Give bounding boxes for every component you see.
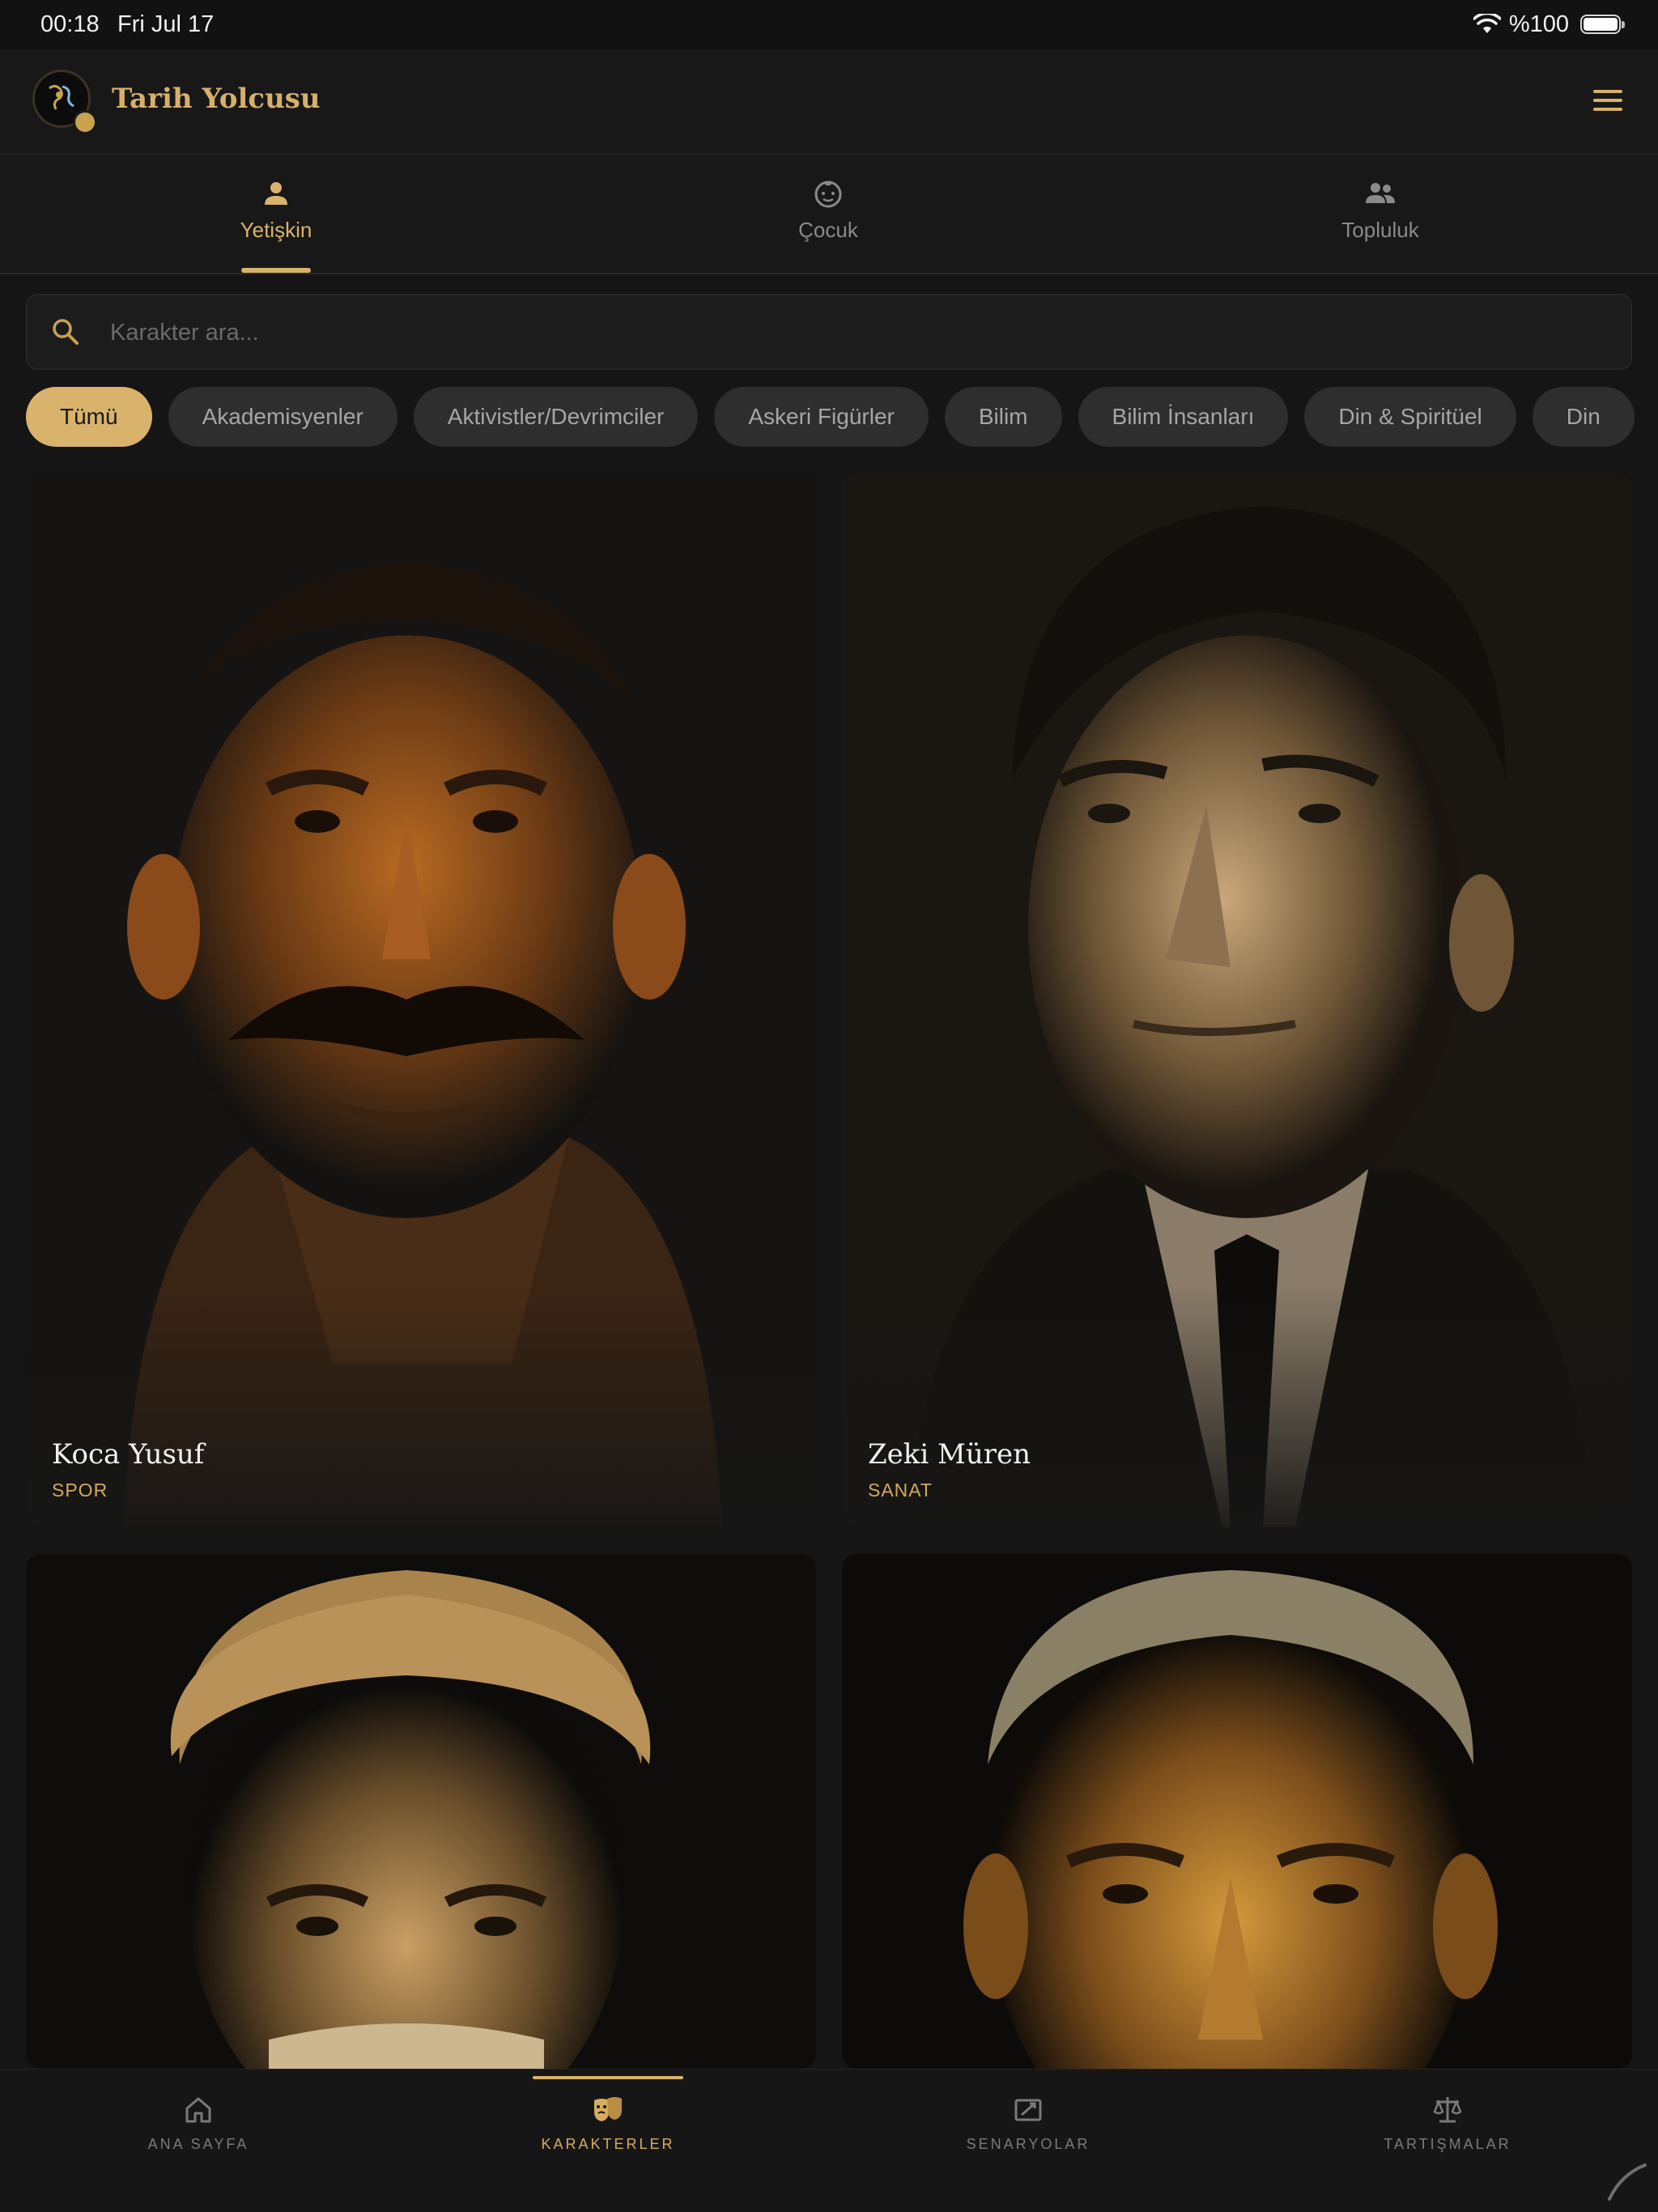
tab-topluluk[interactable]: Topluluk (1104, 155, 1656, 273)
filter-chip-aktivistler[interactable]: Aktivistler/Devrimciler (413, 387, 699, 447)
card-overlay (842, 1284, 1632, 1527)
app-title: Tarih Yolcusu (112, 83, 321, 115)
app-header: Tarih Yolcusu (0, 50, 1658, 155)
status-date: Fri Jul 17 (117, 11, 215, 37)
filter-chip-akademisyenler[interactable]: Akademisyenler (168, 387, 397, 447)
active-tab-indicator (241, 268, 311, 273)
filter-chip-bilim-insanlari[interactable]: Bilim İnsanları (1078, 387, 1289, 447)
logo-badge-icon (73, 110, 97, 134)
bottom-navigation: ANA SAYFA KARAKTERLER SENARYOLAR TARTIŞM… (0, 2069, 1658, 2212)
nav-label: SENARYOLAR (966, 2136, 1090, 2152)
character-card[interactable] (842, 1554, 1632, 2069)
person-icon (265, 182, 287, 205)
filter-chip-tumu[interactable]: Tümü (26, 387, 152, 447)
nav-tartismalar[interactable]: TARTIŞMALAR (1326, 2070, 1569, 2167)
hamburger-menu-icon[interactable] (1590, 83, 1626, 118)
battery-icon (1580, 15, 1625, 34)
tab-yetiskin[interactable]: Yetişkin (0, 155, 552, 273)
tab-cocuk[interactable]: Çocuk (552, 155, 1104, 273)
child-face-icon (814, 180, 842, 208)
tab-label: Topluluk (1341, 218, 1419, 242)
theater-masks-icon (594, 2097, 622, 2121)
filter-chip-askeri[interactable]: Askeri Figürler (714, 387, 929, 447)
portrait-image (842, 1554, 1632, 2069)
character-name: Koca Yusuf (52, 1438, 205, 1471)
scales-icon (1433, 2097, 1462, 2123)
nav-karakterler[interactable]: KARAKTERLER (487, 2070, 729, 2167)
script-icon (1014, 2099, 1042, 2121)
character-card[interactable] (26, 1554, 816, 2069)
search-input[interactable] (108, 295, 1601, 370)
wifi-icon (1473, 14, 1501, 33)
character-card[interactable]: Zeki Müren SANAT (842, 473, 1632, 1527)
status-right-group: %100 (1473, 10, 1625, 39)
nav-label: ANA SAYFA (147, 2136, 249, 2152)
battery-percent: %100 (1508, 11, 1569, 37)
nav-label: KARAKTERLER (541, 2136, 675, 2152)
nav-ana-sayfa[interactable]: ANA SAYFA (77, 2070, 320, 2167)
portrait-image (26, 1554, 816, 2069)
search-bar (26, 294, 1632, 370)
tab-label: Çocuk (798, 218, 858, 242)
character-name: Zeki Müren (868, 1438, 1031, 1471)
corner-swoosh-icon (1608, 2163, 1647, 2201)
nav-senaryolar[interactable]: SENARYOLAR (907, 2070, 1150, 2167)
group-icon (1366, 183, 1395, 203)
filter-chip-din-spirituel[interactable]: Din & Spiritüel (1304, 387, 1516, 447)
home-icon (185, 2097, 211, 2123)
tab-label: Yetişkin (240, 218, 312, 242)
category-filter-row: Tümü Akademisyenler Aktivistler/Devrimcile… (26, 387, 1658, 448)
filter-chip-din[interactable]: Din (1532, 387, 1635, 447)
status-time: 00:18 (40, 11, 100, 37)
audience-tabs: Yetişkin Çocuk Topluluk (0, 155, 1658, 274)
card-overlay (26, 1284, 816, 1527)
search-icon (53, 319, 79, 345)
character-category: SANAT (868, 1480, 933, 1501)
filter-chip-bilim[interactable]: Bilim (944, 387, 1062, 447)
status-bar: 00:18 Fri Jul 17 %100 (0, 0, 1658, 50)
character-category: SPOR (52, 1480, 108, 1501)
character-card[interactable]: Koca Yusuf SPOR (26, 473, 816, 1527)
nav-label: TARTIŞMALAR (1384, 2136, 1511, 2152)
